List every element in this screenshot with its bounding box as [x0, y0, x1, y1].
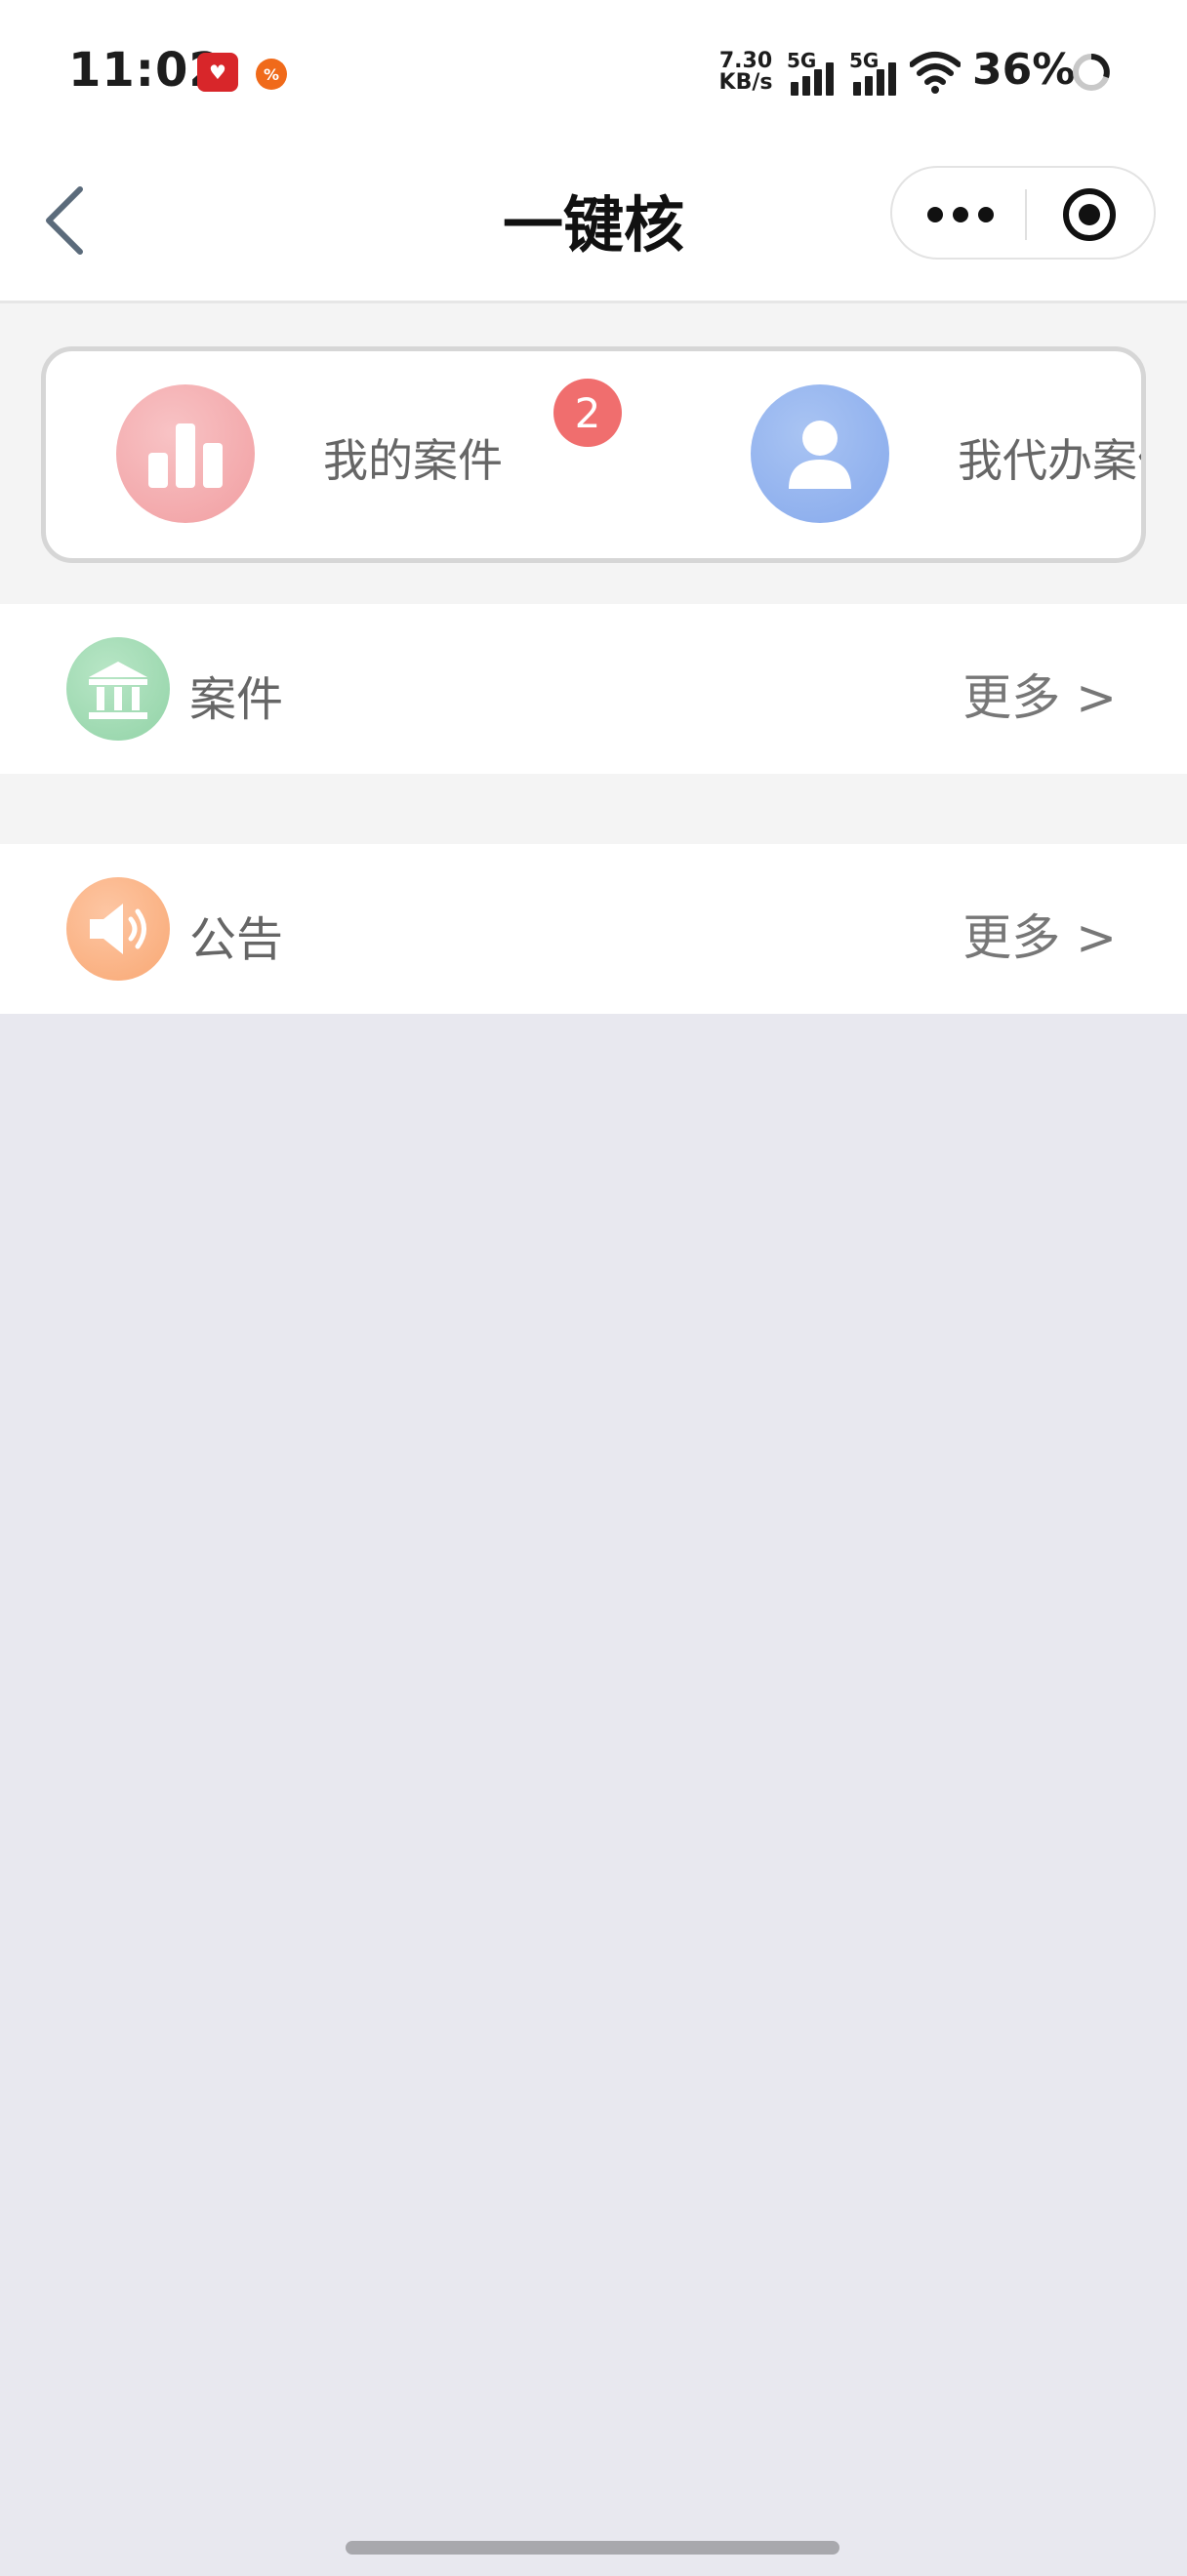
announcements-more-link[interactable]: 更多 >: [962, 899, 1117, 969]
nav-bar: 一键核: [0, 146, 1187, 303]
proxy-cases-entry[interactable]: 我代办案件: [751, 384, 1141, 527]
status-bar: 11:02 ♥ % 7.30 KB/s 5G 5G 36%: [0, 0, 1187, 146]
quick-entry-card: 我的案件 2 我代办案件: [41, 346, 1146, 563]
app-notification-icon: ♥: [197, 53, 238, 92]
speaker-icon: [66, 877, 170, 981]
home-indicator[interactable]: [346, 2541, 839, 2555]
more-dots-icon: [927, 207, 994, 222]
cases-section-title: 案件: [189, 672, 284, 727]
my-cases-badge: 2: [553, 379, 622, 447]
my-cases-label: 我的案件: [323, 434, 503, 487]
close-mini-program-button[interactable]: [1058, 185, 1121, 244]
my-cases-entry[interactable]: 我的案件 2: [116, 379, 622, 527]
shopping-app-icon: %: [256, 59, 287, 90]
cases-section-header: 案件 更多 >: [0, 604, 1187, 774]
more-options-button[interactable]: [921, 185, 1000, 244]
announcements-section-header: 公告 更多 >: [0, 844, 1187, 1014]
network-speed-value: 7.30: [718, 49, 773, 73]
battery-level: 36%: [972, 45, 1076, 95]
target-circle-icon: [1063, 188, 1116, 241]
network-speed-unit: KB/s: [718, 70, 773, 95]
proxy-cases-label: 我代办案件: [958, 434, 1141, 487]
wifi-icon: [910, 52, 961, 94]
cases-more-link[interactable]: 更多 >: [962, 659, 1117, 729]
page: 11:02 ♥ % 7.30 KB/s 5G 5G 36% 一键核 我的案件 2…: [0, 0, 1187, 2576]
person-icon: [751, 384, 889, 523]
announcements-section-title: 公告: [189, 912, 284, 967]
battery-ring-icon: [1073, 54, 1110, 91]
quick-entry-area: 我的案件 2 我代办案件: [0, 303, 1187, 604]
bar-chart-icon: [116, 384, 255, 523]
capsule-divider: [1025, 189, 1027, 240]
mini-program-capsule: [890, 166, 1156, 260]
signal-icon: 5G: [787, 49, 839, 96]
signal-label: 5G: [849, 49, 880, 72]
bank-icon: [66, 637, 170, 741]
network-speed: 7.30 KB/s: [718, 51, 773, 94]
signal-icon: 5G: [849, 49, 902, 96]
signal-label: 5G: [787, 49, 817, 72]
section-divider: [0, 774, 1187, 844]
